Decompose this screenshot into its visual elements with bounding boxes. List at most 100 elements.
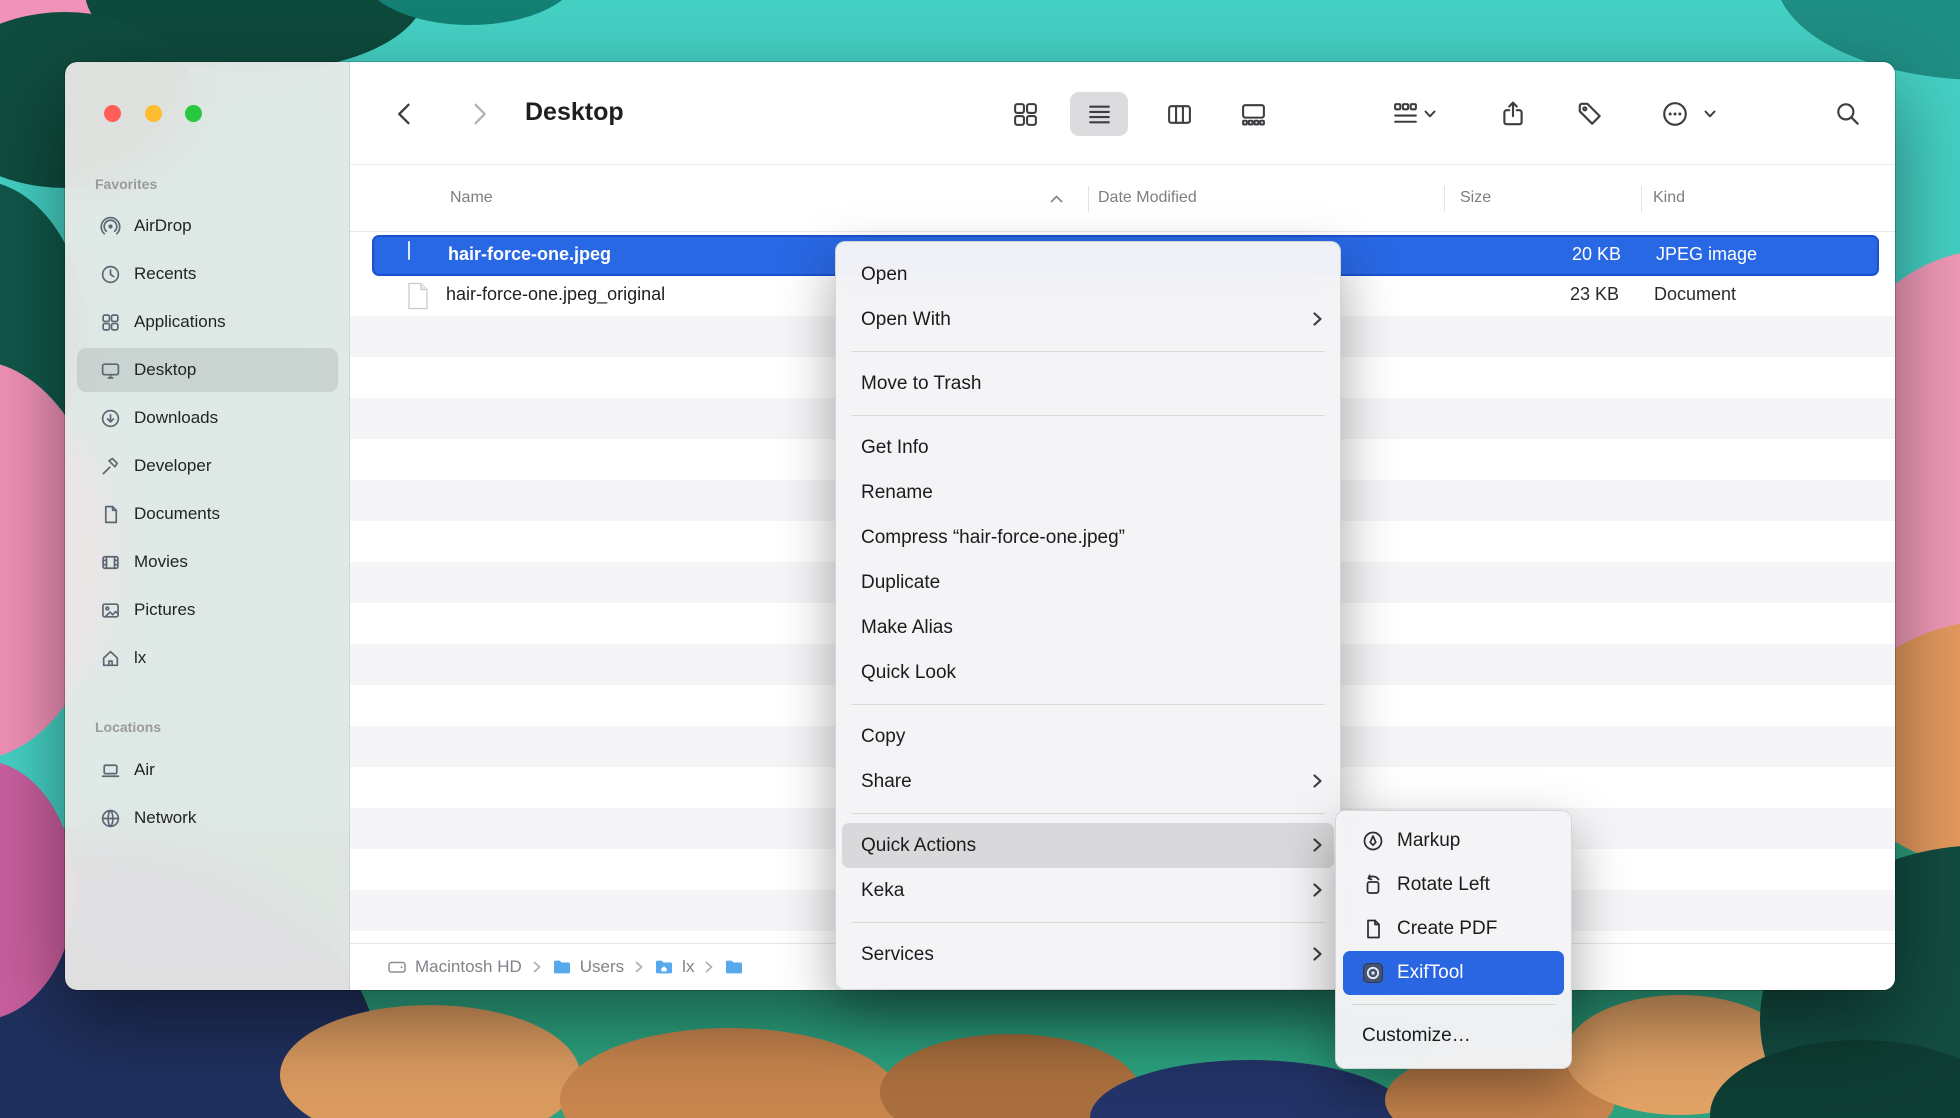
laptop-icon — [100, 760, 121, 781]
column-header-size[interactable]: Size — [1460, 165, 1491, 231]
menu-item-get-info[interactable]: Get Info — [836, 425, 1340, 470]
tag-button[interactable] — [1572, 96, 1608, 132]
forward-button[interactable] — [461, 96, 497, 132]
menu-item-compress[interactable]: Compress “hair-force-one.jpeg” — [836, 515, 1340, 560]
menu-separator — [1351, 1004, 1556, 1005]
sidebar: Favorites AirDrop Recents Applications D… — [65, 62, 350, 990]
locations-heading: Locations — [95, 719, 161, 735]
document-file-icon — [406, 282, 430, 310]
rotate-left-icon — [1362, 874, 1384, 896]
path-item-home[interactable]: lx — [654, 957, 694, 977]
minimize-button[interactable] — [145, 105, 162, 122]
sidebar-item-documents[interactable]: Documents — [77, 492, 338, 536]
sidebar-item-label: Applications — [134, 312, 226, 332]
applications-icon — [100, 312, 121, 333]
file-name: hair-force-one.jpeg — [448, 237, 611, 272]
chevron-right-icon — [1313, 774, 1322, 788]
sidebar-item-network[interactable]: Network — [77, 796, 338, 840]
zoom-button[interactable] — [185, 105, 202, 122]
sidebar-item-label: Network — [134, 808, 196, 828]
path-item-macintosh-hd[interactable]: Macintosh HD — [387, 957, 522, 977]
globe-icon — [100, 808, 121, 829]
submenu-item-rotate-left[interactable]: Rotate Left — [1336, 863, 1571, 907]
column-header-date-modified[interactable]: Date Modified — [1098, 165, 1197, 231]
file-kind: Document — [1654, 276, 1736, 313]
file-size: 23 KB — [1412, 276, 1619, 313]
sidebar-item-downloads[interactable]: Downloads — [77, 396, 338, 440]
chevron-right-icon — [1313, 947, 1322, 961]
menu-item-rename[interactable]: Rename — [836, 470, 1340, 515]
group-chevron-down-icon[interactable] — [1422, 96, 1438, 132]
menu-separator — [851, 415, 1325, 416]
menu-item-services[interactable]: Services — [836, 932, 1340, 977]
sidebar-item-label: AirDrop — [134, 216, 192, 236]
columns-view-button[interactable] — [1161, 96, 1197, 132]
submenu-item-create-pdf[interactable]: Create PDF — [1336, 907, 1571, 951]
sidebar-item-label: Movies — [134, 552, 188, 572]
column-header-kind[interactable]: Kind — [1653, 165, 1685, 231]
folder-icon — [552, 957, 572, 977]
submenu-item-markup[interactable]: Markup — [1336, 819, 1571, 863]
menu-item-share[interactable]: Share — [836, 759, 1340, 804]
column-divider — [1641, 186, 1642, 212]
gallery-view-button[interactable] — [1235, 96, 1271, 132]
file-name: hair-force-one.jpeg_original — [446, 276, 665, 313]
menu-separator — [851, 704, 1325, 705]
submenu-item-customize[interactable]: Customize… — [1336, 1014, 1571, 1058]
sidebar-item-label: Desktop — [134, 360, 196, 380]
quick-actions-submenu: Markup Rotate Left Create PDF ExifTool C… — [1335, 810, 1572, 1069]
film-icon — [100, 552, 121, 573]
path-item-folder[interactable] — [724, 957, 752, 977]
home-folder-icon — [654, 957, 674, 977]
sidebar-item-air[interactable]: Air — [77, 748, 338, 792]
menu-item-keka[interactable]: Keka — [836, 868, 1340, 913]
sidebar-item-label: Pictures — [134, 600, 195, 620]
file-kind: JPEG image — [1656, 237, 1757, 272]
sidebar-item-applications[interactable]: Applications — [77, 300, 338, 344]
more-chevron-down-icon[interactable] — [1702, 96, 1718, 132]
sidebar-item-movies[interactable]: Movies — [77, 540, 338, 584]
sidebar-item-label: lx — [134, 648, 146, 668]
sidebar-item-developer[interactable]: Developer — [77, 444, 338, 488]
home-icon — [100, 648, 121, 669]
context-menu: Open Open With Move to Trash Get Info Re… — [835, 241, 1341, 990]
menu-item-quick-actions[interactable]: Quick Actions — [842, 823, 1334, 868]
chevron-right-icon — [705, 961, 713, 973]
share-button[interactable] — [1495, 96, 1531, 132]
menu-item-quick-look[interactable]: Quick Look — [836, 650, 1340, 695]
sidebar-item-home[interactable]: lx — [77, 636, 338, 680]
sidebar-item-desktop[interactable]: Desktop — [77, 348, 338, 392]
exiftool-icon — [1362, 962, 1384, 984]
close-button[interactable] — [104, 105, 121, 122]
list-view-button[interactable] — [1081, 96, 1117, 132]
back-button[interactable] — [387, 96, 423, 132]
submenu-item-exiftool[interactable]: ExifTool — [1343, 951, 1564, 995]
sidebar-item-recents[interactable]: Recents — [77, 252, 338, 296]
more-button[interactable] — [1657, 96, 1693, 132]
chevron-right-icon — [1313, 883, 1322, 897]
document-icon — [100, 504, 121, 525]
menu-item-make-alias[interactable]: Make Alias — [836, 605, 1340, 650]
sidebar-item-pictures[interactable]: Pictures — [77, 588, 338, 632]
menu-separator — [851, 922, 1325, 923]
clock-icon — [100, 264, 121, 285]
column-divider — [1088, 186, 1089, 212]
group-button[interactable] — [1387, 96, 1423, 132]
image-thumbnail — [408, 242, 410, 260]
menu-item-copy[interactable]: Copy — [836, 714, 1340, 759]
menu-item-open-with[interactable]: Open With — [836, 297, 1340, 342]
menu-item-move-to-trash[interactable]: Move to Trash — [836, 361, 1340, 406]
chevron-right-icon — [635, 961, 643, 973]
path-item-users[interactable]: Users — [552, 957, 624, 977]
menu-item-open[interactable]: Open — [836, 252, 1340, 297]
column-header-name[interactable]: Name — [450, 165, 493, 231]
menu-item-duplicate[interactable]: Duplicate — [836, 560, 1340, 605]
photo-icon — [100, 600, 121, 621]
search-button[interactable] — [1830, 96, 1866, 132]
sidebar-item-airdrop[interactable]: AirDrop — [77, 204, 338, 248]
sidebar-item-label: Recents — [134, 264, 196, 284]
file-size: 20 KB — [1414, 237, 1621, 272]
column-divider — [1444, 186, 1445, 212]
grid-view-button[interactable] — [1007, 96, 1043, 132]
column-header-row: Name Date Modified Size Kind — [350, 164, 1895, 232]
